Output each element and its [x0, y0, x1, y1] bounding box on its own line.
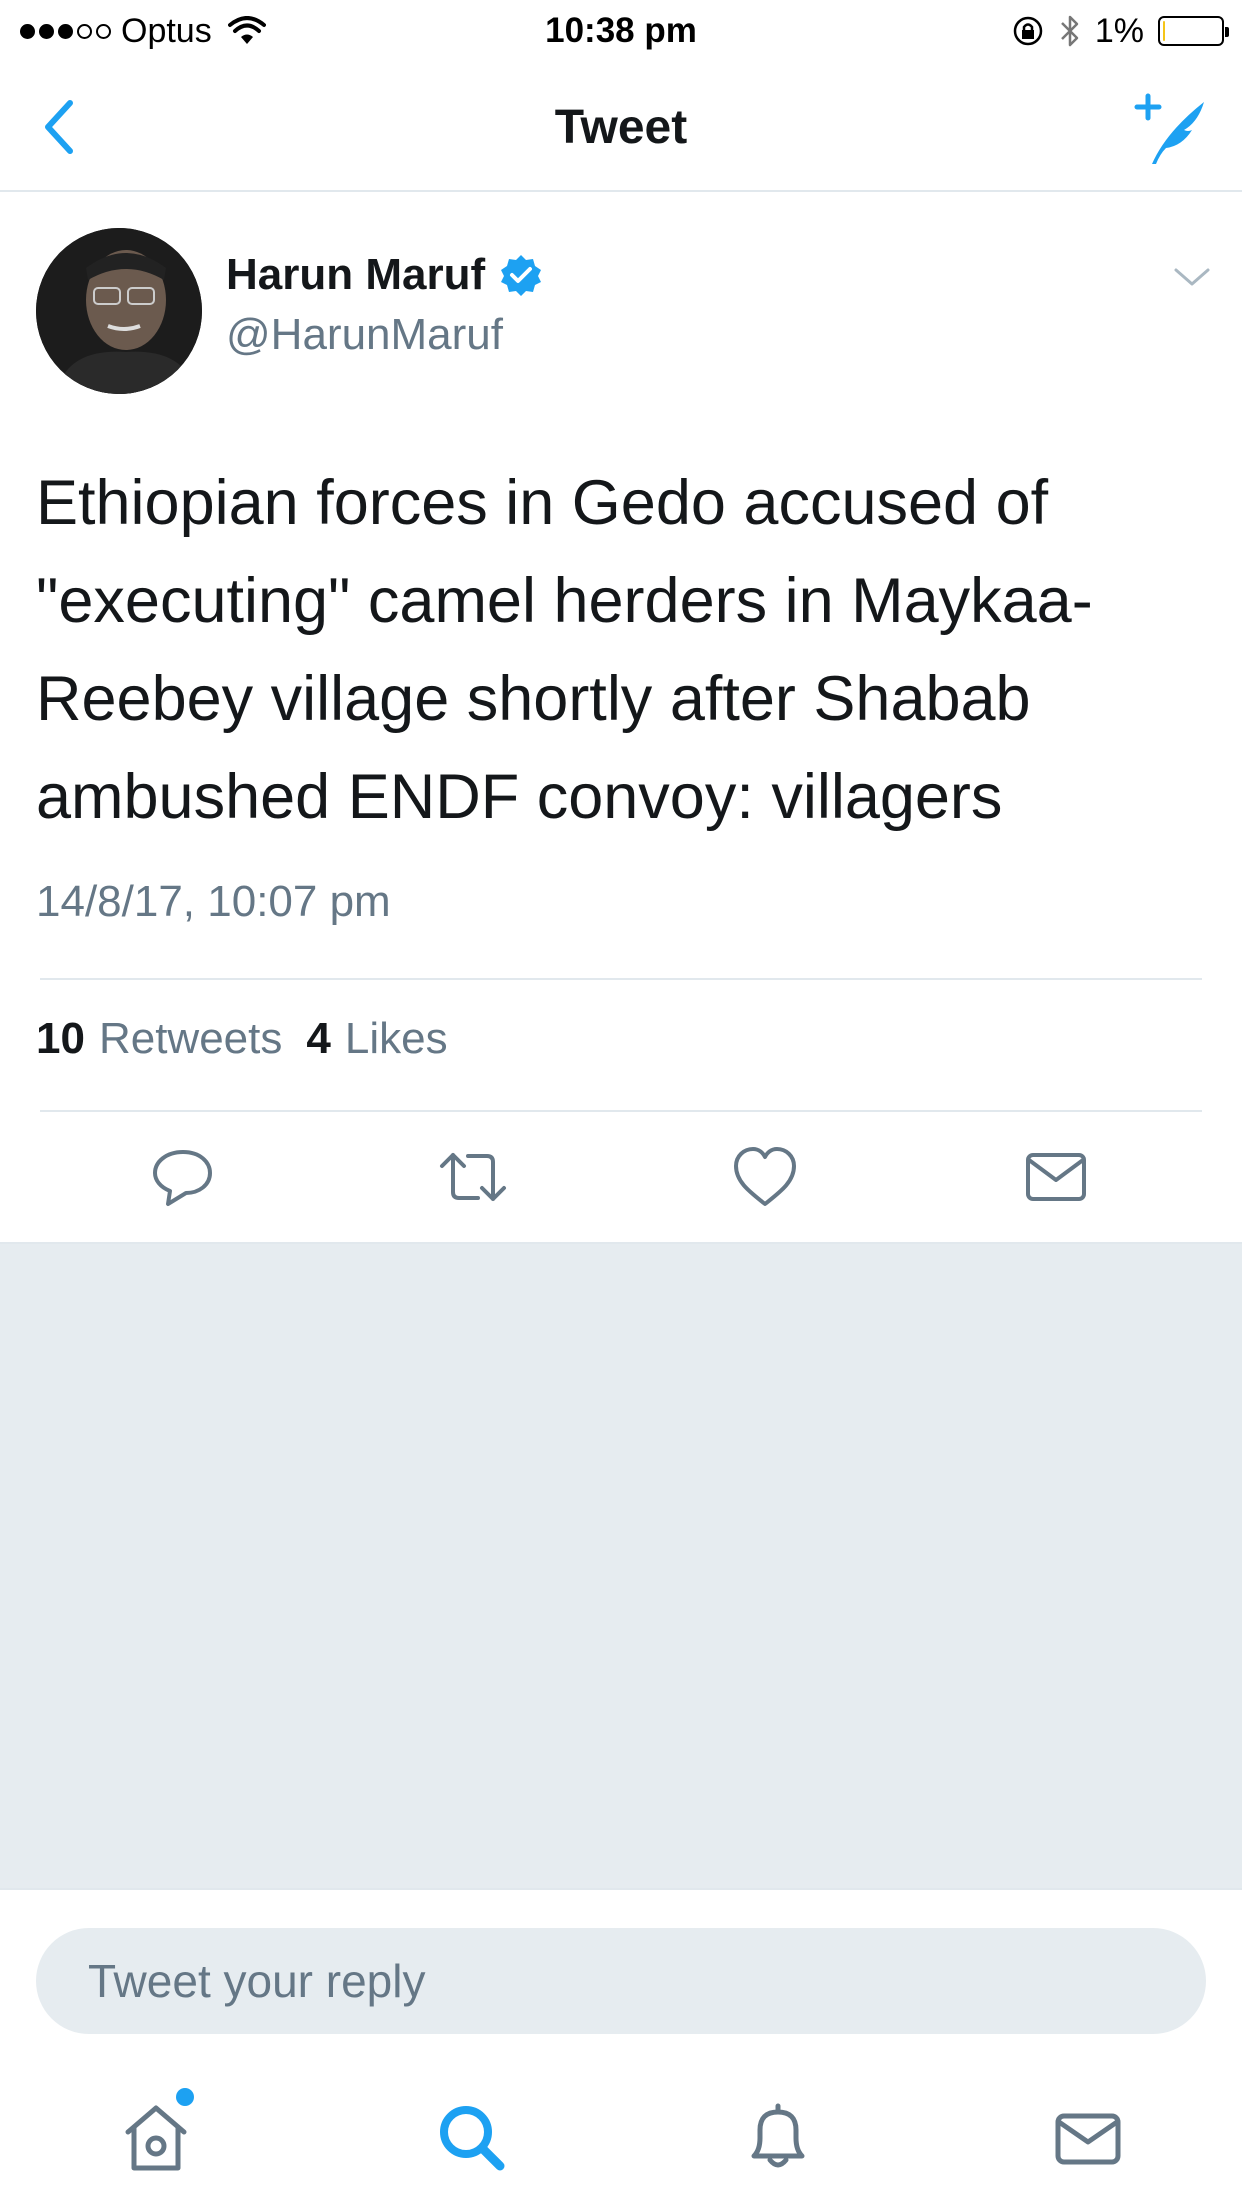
- avatar-image: [36, 228, 202, 394]
- search-icon: [440, 2106, 505, 2171]
- tweet-timestamp: 14/8/17, 10:07 pm: [36, 877, 391, 926]
- heart-icon: [734, 1147, 796, 1206]
- chevron-down-icon: [1174, 268, 1210, 286]
- reply-input[interactable]: [36, 1928, 1206, 2034]
- compose-tweet-button[interactable]: [1132, 92, 1212, 172]
- battery-level-fill: [1163, 21, 1166, 41]
- notification-dot: [176, 2088, 194, 2106]
- likes-label: Likes: [344, 1014, 448, 1063]
- avatar[interactable]: [36, 228, 202, 394]
- author-handle[interactable]: @HarunMaruf: [226, 310, 503, 360]
- tweet-detail: Harun Maruf @HarunMaruf Ethiopian forces…: [0, 192, 1242, 1242]
- tab-home[interactable]: [116, 2088, 196, 2178]
- page-title: Tweet: [554, 101, 688, 154]
- mail-icon: [1026, 1153, 1086, 1201]
- tab-messages[interactable]: [1048, 2098, 1128, 2178]
- mail-icon: [1055, 2113, 1121, 2165]
- reply-icon: [153, 1150, 212, 1206]
- direct-message-button[interactable]: [1021, 1142, 1091, 1212]
- tab-bar: [0, 2048, 1242, 2208]
- bluetooth-icon: [1060, 15, 1079, 47]
- divider: [40, 978, 1202, 980]
- home-icon: [125, 2105, 187, 2171]
- reply-bar: [0, 1888, 1242, 2048]
- author-row: Harun Maruf: [226, 250, 543, 300]
- tweet-options-button[interactable]: [1172, 262, 1212, 292]
- bell-icon: [751, 2103, 805, 2168]
- tab-search[interactable]: [432, 2098, 512, 2178]
- tab-notifications[interactable]: [738, 2098, 818, 2178]
- retweets-label: Retweets: [98, 1014, 283, 1063]
- status-right: 1%: [1011, 10, 1229, 52]
- verified-badge-icon: [501, 255, 542, 296]
- engagement-counts: 10 Retweets 4 Likes: [36, 1014, 448, 1064]
- retweets-count: 10: [36, 1014, 85, 1063]
- likes-count-link[interactable]: 4 Likes: [306, 1014, 447, 1064]
- divider: [40, 1110, 1202, 1112]
- likes-count: 4: [306, 1014, 331, 1063]
- replies-area: [0, 1242, 1242, 1888]
- nav-bar: Tweet: [0, 62, 1242, 192]
- author-name[interactable]: Harun Maruf: [226, 250, 485, 300]
- tweet-text: Ethiopian forces in Gedo accused of "exe…: [36, 468, 1093, 832]
- reply-button[interactable]: [148, 1142, 218, 1212]
- retweets-count-link[interactable]: 10 Retweets: [36, 1014, 282, 1064]
- status-bar: Optus 10:38 pm 1%: [0, 0, 1242, 62]
- orientation-lock-icon: [1013, 16, 1043, 46]
- retweet-icon: [440, 1153, 506, 1201]
- compose-feather-icon: [1134, 93, 1204, 164]
- battery-icon: [1158, 16, 1229, 46]
- tweet-actions: [0, 1142, 1242, 1242]
- battery-percentage: 1%: [1094, 11, 1144, 50]
- retweet-button[interactable]: [438, 1142, 508, 1212]
- like-button[interactable]: [730, 1142, 800, 1212]
